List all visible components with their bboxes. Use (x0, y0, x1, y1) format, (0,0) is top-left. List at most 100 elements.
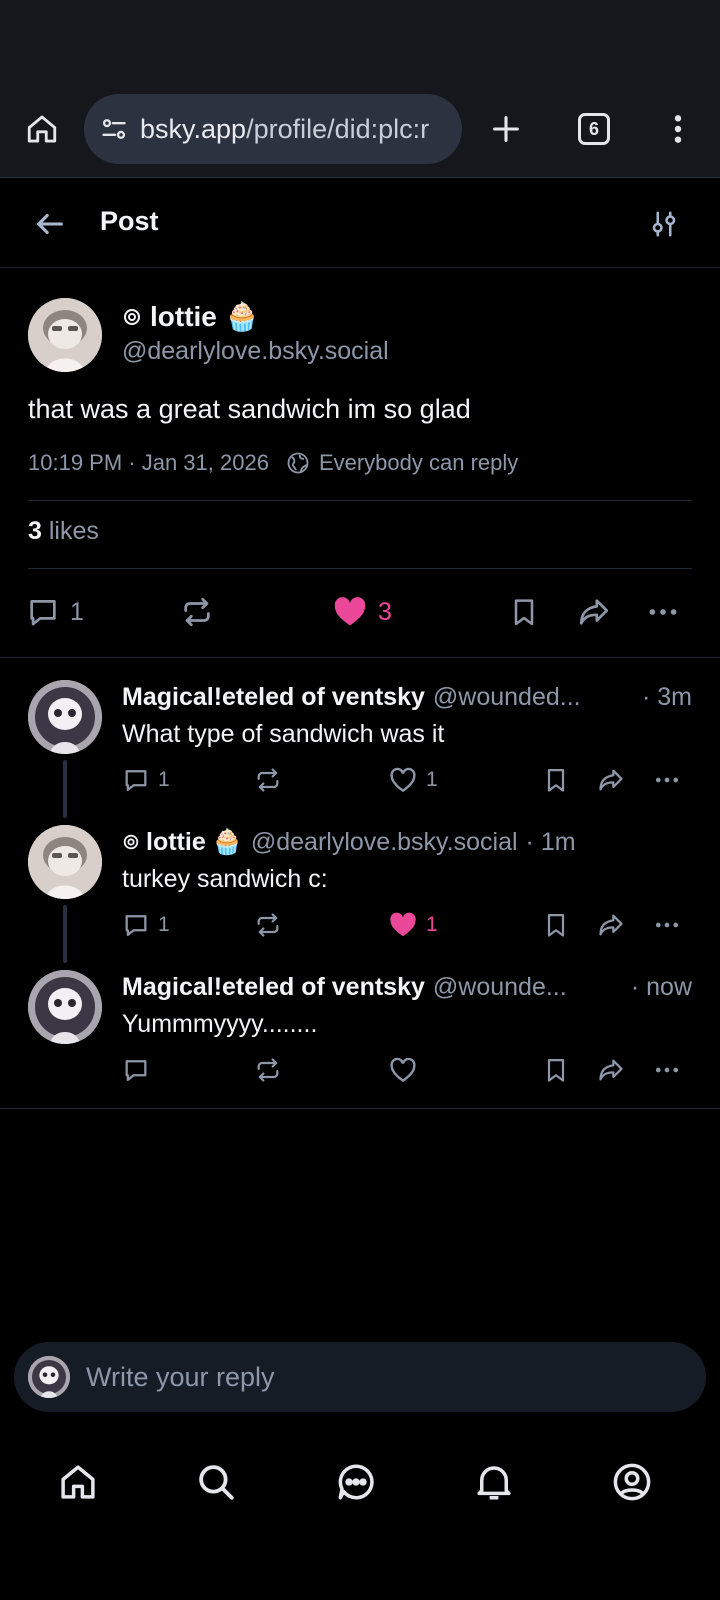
reply-button[interactable]: 1 (122, 762, 170, 798)
spiral-icon (124, 308, 140, 325)
share-button[interactable] (596, 1052, 626, 1088)
more-options-button[interactable] (646, 588, 680, 636)
like-button[interactable]: 1 (388, 907, 438, 943)
reply-author-handle[interactable]: @wounded... (433, 683, 632, 712)
more-horizontal-icon (655, 922, 679, 928)
page-header: Post (0, 180, 720, 268)
chat-icon[interactable] (332, 1458, 380, 1506)
avatar[interactable] (28, 680, 102, 754)
spiral-icon (123, 834, 139, 850)
tab-count: 6 (588, 118, 599, 139)
like-button[interactable] (388, 1052, 418, 1088)
bookmark-icon (547, 768, 565, 792)
more-vert-icon[interactable] (660, 109, 696, 149)
thread-options-icon[interactable] (644, 204, 684, 244)
more-options-button[interactable] (652, 762, 682, 798)
author-handle[interactable]: @dearlylove.bsky.social (122, 337, 389, 366)
repost-button[interactable] (254, 907, 282, 943)
reply-timestamp: · now (630, 972, 692, 1001)
avatar[interactable] (28, 825, 102, 899)
share-button[interactable] (596, 907, 626, 943)
reply-text: What type of sandwich was it (122, 720, 445, 748)
reply-author-name[interactable]: Magical!eteled of ventsky (122, 683, 425, 712)
reply-composer[interactable]: Write your reply (14, 1342, 706, 1412)
new-tab-icon[interactable] (486, 109, 526, 149)
reply-setting[interactable]: Everybody can reply (319, 450, 518, 476)
post-text: that was a great sandwich im so glad (28, 394, 471, 424)
bookmark-button[interactable] (542, 907, 570, 943)
more-options-button[interactable] (652, 1052, 682, 1088)
reply-icon (30, 600, 56, 626)
more-options-button[interactable] (652, 907, 682, 943)
divider (28, 500, 692, 501)
reply-actions: 1 1 (0, 907, 720, 943)
reply-count: 1 (158, 768, 170, 791)
avatar[interactable] (28, 970, 102, 1044)
avatar[interactable] (28, 298, 102, 372)
likes-summary[interactable]: 3 likes (28, 517, 99, 546)
bookmark-button[interactable] (542, 1052, 570, 1088)
search-icon[interactable] (192, 1458, 240, 1506)
repost-icon (257, 768, 279, 792)
reply-author-name-text: lottie (146, 827, 206, 856)
tab-switcher-icon[interactable]: 6 (578, 113, 610, 145)
reply-text: Yummmyyyy........ (122, 1010, 318, 1038)
back-arrow-icon[interactable] (30, 204, 70, 244)
site-settings-icon[interactable] (98, 113, 130, 145)
like-count: 1 (426, 913, 438, 936)
reply-actions (0, 1052, 720, 1088)
repost-button[interactable] (254, 1052, 282, 1088)
repost-icon (257, 913, 279, 937)
url-path: /profile/did:plc:r (246, 113, 430, 144)
reply-button[interactable] (122, 1052, 150, 1088)
reply-header: Magical!eteled of ventsky @wounded... · … (122, 680, 692, 714)
reply-author-name-text: Magical!eteled of ventsky (122, 972, 425, 1001)
home-icon[interactable] (22, 109, 62, 149)
reply-author-name[interactable]: Magical!eteled of ventsky (122, 973, 425, 1002)
bookmark-button[interactable] (508, 588, 540, 636)
like-icon (390, 912, 416, 937)
home-icon[interactable] (54, 1458, 102, 1506)
reply-author-handle[interactable]: @dearlylove.bsky.social (251, 828, 518, 857)
reply-author-name-text: Magical!eteled of ventsky (122, 682, 425, 711)
reply-count: 1 (158, 913, 170, 936)
post-actions: 1 3 (0, 588, 720, 636)
reply-button[interactable]: 1 (122, 907, 170, 943)
like-button[interactable]: 1 (388, 762, 438, 798)
bookmark-icon (514, 599, 534, 626)
share-icon (599, 769, 623, 791)
notifications-icon[interactable] (470, 1458, 518, 1506)
bookmark-icon (547, 1058, 565, 1082)
post-meta: 10:19 PM · Jan 31, 2026 Everybody can re… (28, 450, 518, 476)
repost-icon (184, 597, 210, 627)
reply-button[interactable]: 1 (26, 588, 84, 636)
post-timestamp: 10:19 PM · Jan 31, 2026 (28, 450, 269, 475)
address-bar[interactable]: bsky.app/profile/did:plc:r (84, 94, 462, 164)
share-icon (599, 914, 623, 936)
reply-icon (125, 1060, 147, 1082)
cupcake-emoji: 🧁 (211, 827, 243, 856)
reply-icon (125, 915, 147, 937)
reply-timestamp: · 1m (525, 827, 576, 856)
share-button[interactable] (596, 762, 626, 798)
url-host: bsky.app (140, 113, 247, 144)
share-button[interactable] (576, 588, 612, 636)
reply-input-placeholder[interactable]: Write your reply (86, 1362, 275, 1393)
divider (28, 568, 692, 569)
repost-button[interactable] (180, 588, 214, 636)
author-name[interactable]: lottie 🧁 (122, 300, 260, 333)
profile-icon[interactable] (608, 1458, 656, 1506)
url-text: bsky.app/profile/did:plc:r (140, 114, 429, 145)
like-count: 1 (426, 768, 438, 791)
reply-author-handle[interactable]: @wounde... (433, 973, 621, 1002)
likes-count: 3 (28, 517, 42, 545)
reply-timestamp: · 3m (642, 682, 692, 711)
reply-author-name[interactable]: lottie 🧁 (122, 828, 243, 857)
reply-header: Magical!eteled of ventsky @wounde... · n… (122, 970, 692, 1004)
like-icon (334, 597, 366, 626)
bookmark-button[interactable] (542, 762, 570, 798)
like-button[interactable]: 3 (332, 588, 392, 636)
repost-button[interactable] (254, 762, 282, 798)
reply-icon (125, 770, 147, 792)
share-icon (599, 1059, 623, 1081)
